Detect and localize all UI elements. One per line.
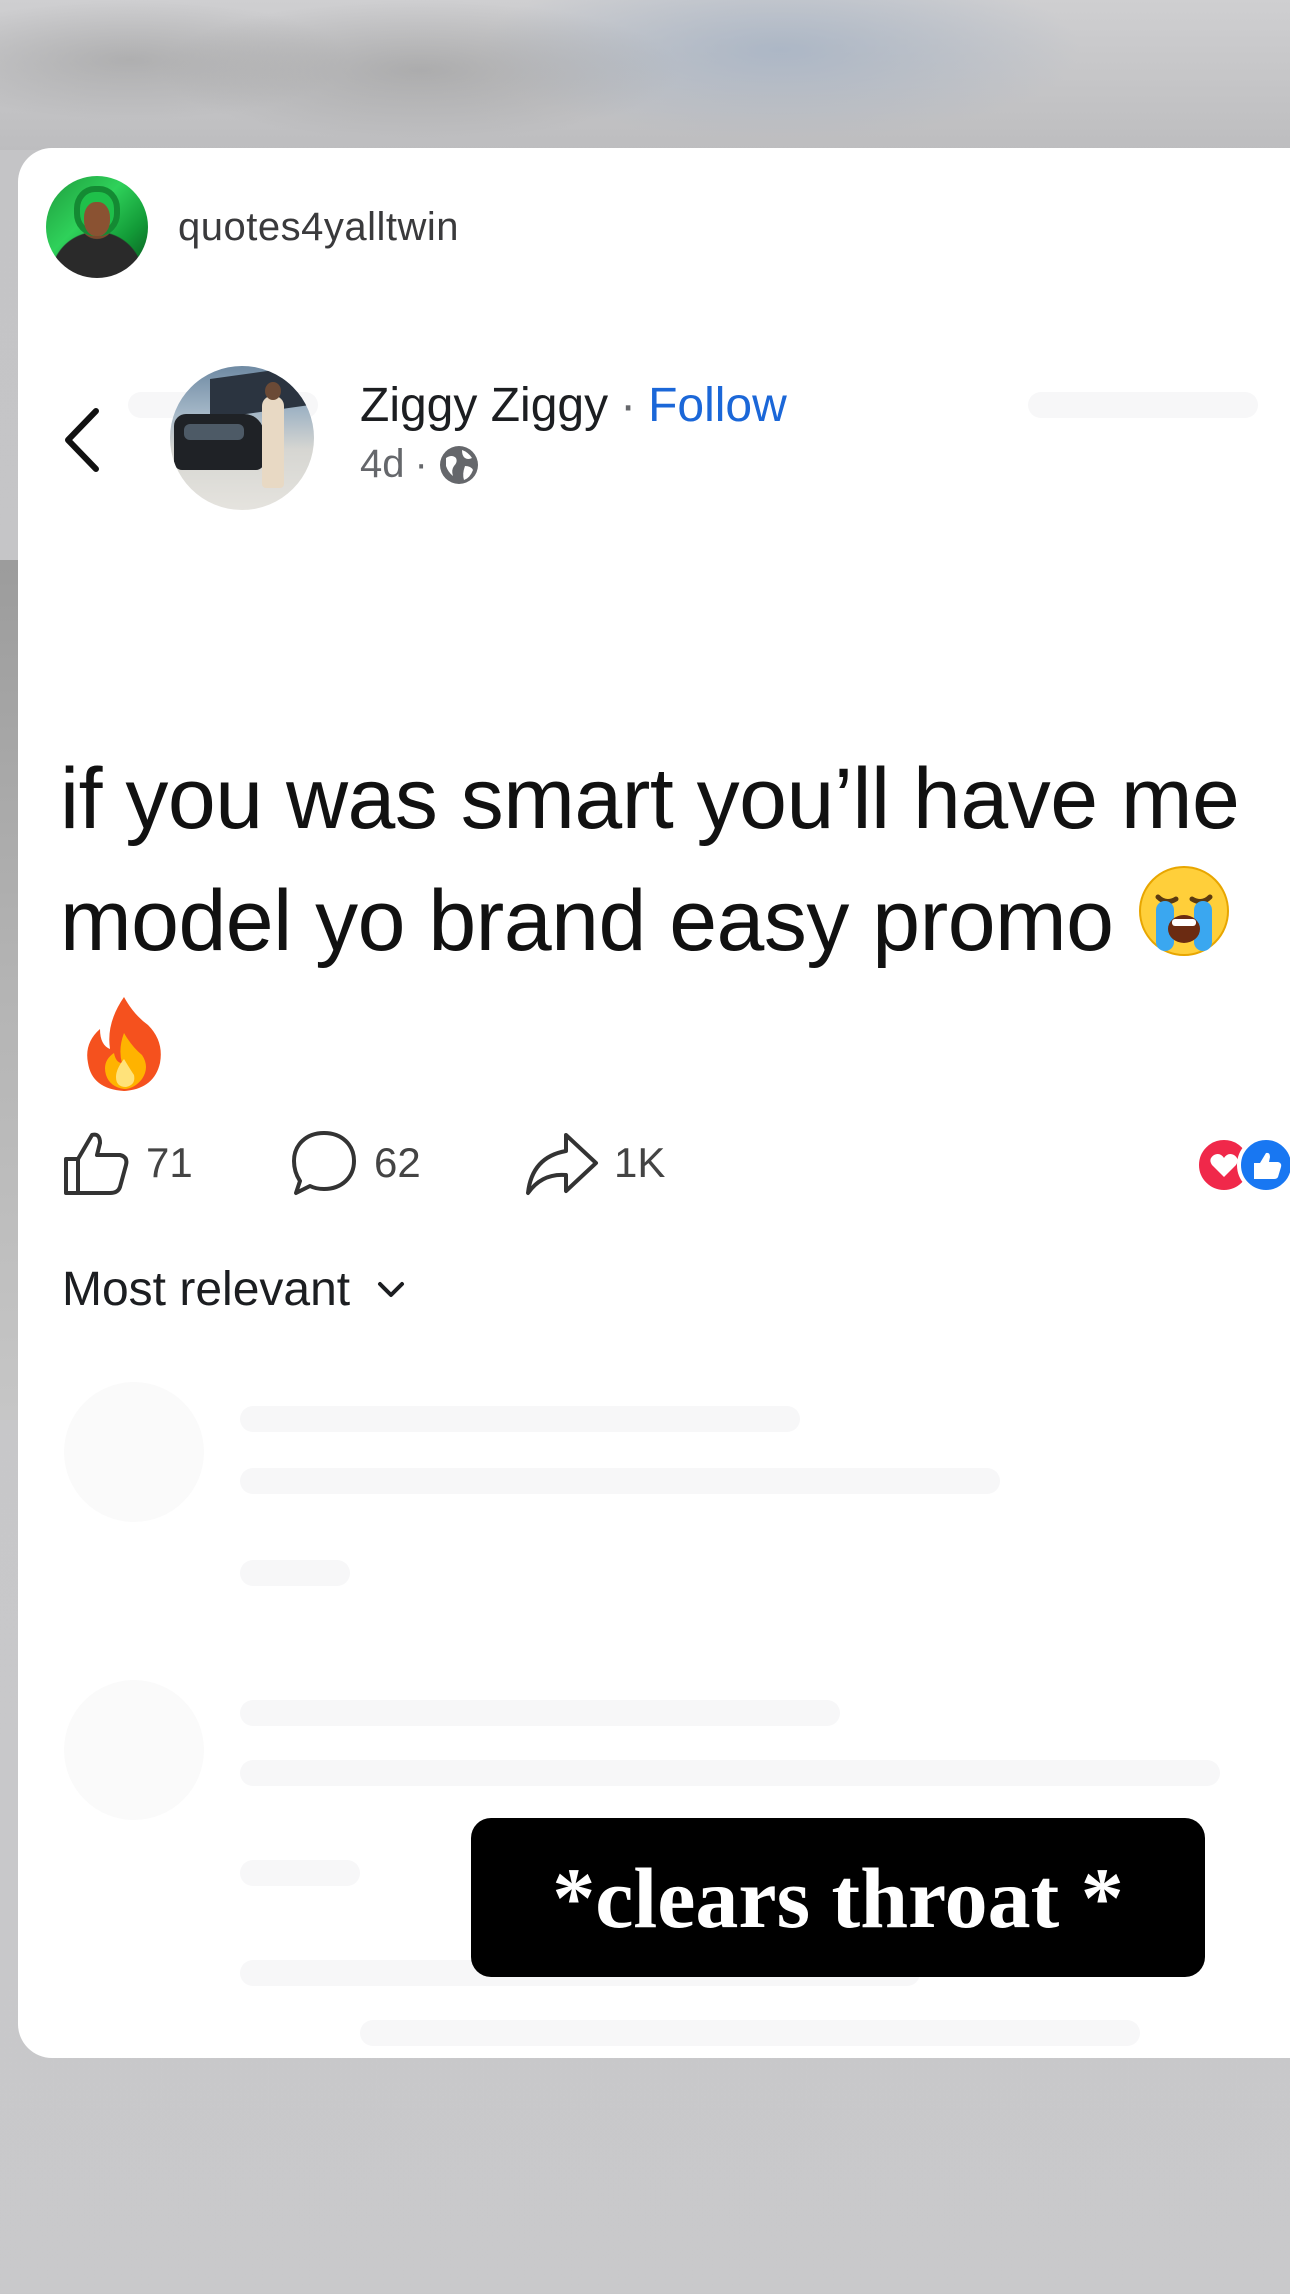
comment-button[interactable]: 62 — [288, 1128, 421, 1198]
sharer-avatar[interactable] — [46, 176, 148, 278]
faded-text — [240, 1406, 800, 1432]
globe-icon — [439, 445, 478, 484]
chevron-left-icon — [65, 408, 99, 472]
reaction-summary[interactable] — [1194, 1135, 1290, 1195]
post-header: Ziggy Ziggy · Follow 4d · — [52, 366, 1282, 510]
faded-avatar — [64, 1382, 204, 1522]
poster-name-row: Ziggy Ziggy · Follow — [360, 378, 787, 433]
caption-sticker[interactable]: *clears throat * — [471, 1818, 1205, 1977]
likes-count: 71 — [146, 1139, 193, 1186]
comments-count: 62 — [374, 1139, 421, 1186]
faded-text — [240, 1760, 1220, 1786]
shares-count: 1K — [614, 1139, 666, 1186]
post-text: if you was smart you’ll have me model yo… — [60, 751, 1240, 969]
faded-text — [360, 2020, 1140, 2046]
follow-button[interactable]: Follow — [648, 378, 787, 433]
faded-text — [240, 1560, 350, 1586]
poster-avatar[interactable] — [170, 366, 314, 510]
sort-label: Most relevant — [62, 1263, 351, 1316]
like-button[interactable]: 71 — [60, 1128, 193, 1198]
faded-text — [240, 1700, 840, 1726]
faded-text — [240, 1468, 1000, 1494]
fire-emoji — [82, 993, 166, 1125]
faded-avatar — [64, 1680, 204, 1820]
faded-text — [240, 1860, 360, 1886]
comment-sort-dropdown[interactable]: Most relevant — [62, 1262, 406, 1317]
caption-text: *clears throat * — [552, 1849, 1124, 1946]
crying-face-emoji — [1136, 863, 1232, 991]
poster-name[interactable]: Ziggy Ziggy — [360, 378, 608, 433]
post-actions: 71 62 1K — [60, 1128, 1290, 1198]
sharer-username[interactable]: quotes4yalltwin — [178, 205, 459, 250]
chevron-down-icon — [378, 1281, 405, 1297]
back-button[interactable] — [52, 400, 112, 480]
share-arrow-icon — [526, 1133, 598, 1195]
like-reaction-icon — [1237, 1136, 1290, 1194]
blurred-background-top — [0, 0, 1290, 150]
post-body: if you was smart you’ll have me model yo… — [60, 738, 1290, 1125]
thumbs-up-icon — [64, 1132, 129, 1195]
post-meta: 4d · — [360, 442, 480, 487]
comment-bubble-icon — [292, 1131, 356, 1195]
meta-separator: · — [414, 442, 428, 486]
share-button[interactable]: 1K — [524, 1128, 665, 1198]
share-header: quotes4yalltwin — [46, 176, 459, 278]
name-separator: · — [620, 379, 637, 432]
post-age: 4d — [360, 442, 405, 486]
